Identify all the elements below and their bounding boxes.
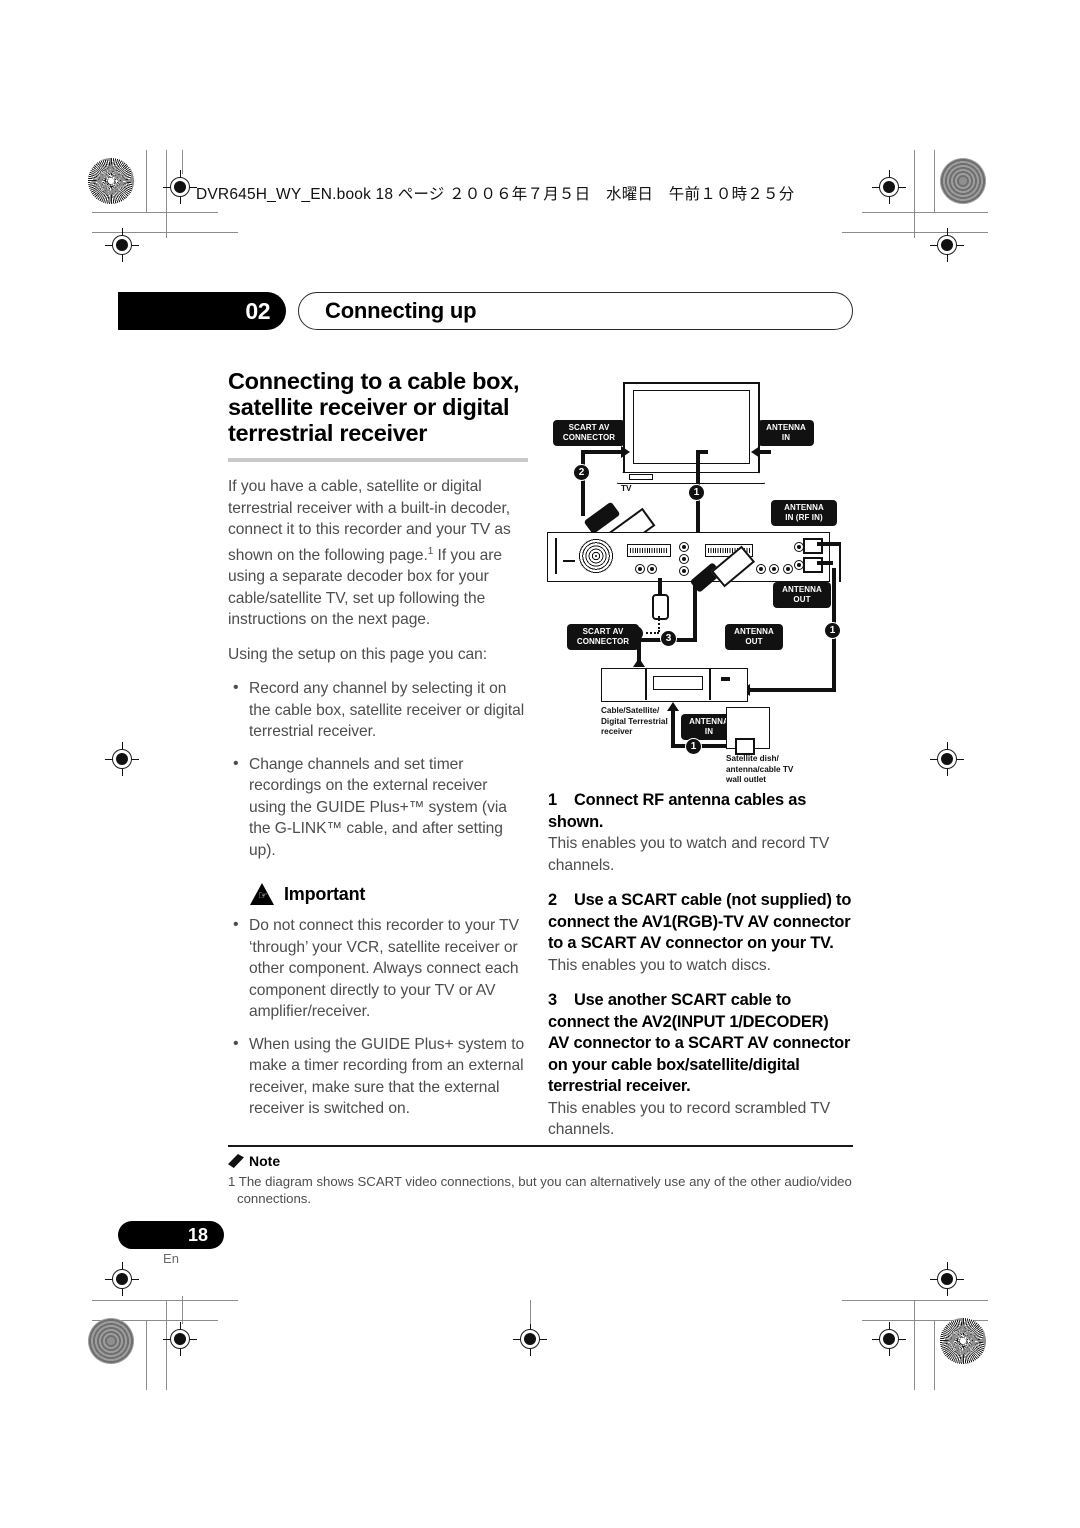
chapter-title: Connecting up (298, 292, 853, 330)
receiver-caption: Cable/Satellite/ Digital Terrestrial rec… (601, 706, 668, 736)
rf-cable-in (817, 542, 841, 546)
rf-cable-out (817, 561, 833, 565)
pencil-icon (228, 1154, 244, 1168)
step-number: 2 (548, 891, 557, 909)
cable-2-arrowhead (621, 446, 630, 458)
rca-jack (679, 542, 689, 552)
step-description: This enables you to record scrambled TV … (548, 1099, 831, 1139)
badge-1-receiver-link: 1 (824, 622, 841, 639)
receiver-panel-divider (709, 668, 711, 700)
chapter-header: 02 Connecting up (118, 292, 853, 330)
step-1: 1 Connect RF antenna cables as shown. Thi… (548, 790, 853, 876)
step-heading: 1 Connect RF antenna cables as shown. (548, 790, 853, 833)
receiver-panel-divider (645, 668, 647, 700)
scart-connector-av1rgb (627, 544, 671, 557)
receiver-indicator (721, 677, 730, 681)
label-antenna-out-recorder: ANTENNA OUT (773, 582, 831, 608)
cable-3-arrowhead (633, 658, 645, 667)
note-rule (228, 1145, 853, 1147)
book-file-header: DVR645H_WY_EN.book 18 ページ ２００６年７月５日 水曜日 … (196, 186, 795, 203)
rf-plug-out (803, 557, 823, 573)
cable-1-link (696, 450, 708, 454)
tv-screen (633, 390, 750, 464)
badge-1-wall: 1 (685, 738, 702, 755)
step-description: This enables you to watch and record TV … (548, 835, 830, 874)
page-language: En (163, 1251, 179, 1266)
callout-4-dashed-line (658, 616, 660, 632)
list-item: Record any channel by selecting it on th… (228, 677, 528, 743)
recorder-fan-grille (577, 538, 615, 574)
badge-2: 2 (573, 464, 590, 481)
list-item: Change channels and set timer recordings… (228, 753, 528, 862)
cable-2-drop (581, 490, 585, 516)
badge-3: 3 (660, 630, 677, 647)
wall-cable-vertical (671, 710, 675, 748)
rf-plug-in (803, 538, 823, 554)
receiver-slot (653, 676, 703, 690)
step-heading: 3 Use another SCART cable to connect the … (548, 990, 853, 1098)
note-header: Note (228, 1153, 853, 1169)
step-3: 3 Use another SCART cable to connect the … (548, 990, 853, 1141)
important-header: ☞ Important (250, 883, 528, 906)
rca-jack (647, 564, 657, 574)
step-number: 1 (548, 791, 557, 809)
connection-diagram: TV SCART AV CONNECTOR ANTENNA IN 2 1 ANT… (545, 372, 865, 784)
page-number-badge: 18 (118, 1221, 224, 1249)
cable-3-vertical (693, 584, 697, 642)
right-column-steps: 1 Connect RF antenna cables as shown. Thi… (548, 790, 853, 1155)
antenna-cable-to-receiver (746, 688, 836, 692)
tv-control-panel (629, 473, 653, 480)
list-item: Do not connect this recorder to your TV … (228, 914, 528, 1023)
important-list: Do not connect this recorder to your TV … (228, 914, 528, 1120)
cable-1-top (759, 450, 771, 454)
label-scart-av-connector-receiver: SCART AV CONNECTOR (567, 624, 639, 650)
warning-triangle-icon: ☞ (250, 883, 275, 906)
wall-cable-arrowhead (667, 702, 679, 711)
wall-outlet-caption: Satellite dish/ antenna/cable TV wall ou… (726, 754, 794, 784)
chapter-number: 02 (118, 292, 286, 330)
step-heading-text: Connect RF antenna cables as shown. (548, 791, 807, 831)
list-item: When using the GUIDE Plus+ system to mak… (228, 1033, 528, 1120)
important-label: Important (284, 883, 366, 904)
section-title: Connecting to a cable box, satellite rec… (228, 368, 520, 446)
step-2: 2 Use a SCART cable (not supplied) to con… (548, 890, 853, 976)
rca-jack (635, 564, 645, 574)
label-scart-av-connector-tv: SCART AV CONNECTOR (553, 420, 625, 446)
page-content: DVR645H_WY_EN.book 18 ページ ２００６年７月５日 水曜日 … (0, 0, 1080, 1528)
minijack-plug (652, 594, 669, 620)
rca-jack (756, 564, 766, 574)
note-label: Note (249, 1153, 281, 1169)
note-text: 1 The diagram shows SCART video connecti… (228, 1174, 852, 1206)
label-antenna-out-receiver: ANTENNA OUT (725, 624, 783, 650)
label-antenna-in-tv: ANTENNA IN (758, 420, 814, 446)
tv-caption: TV (621, 484, 632, 493)
intro-paragraph: If you have a cable, satellite or digita… (228, 476, 528, 631)
rca-jack (783, 564, 793, 574)
step-heading-text: Use another SCART cable to connect the A… (548, 991, 851, 1095)
lead-in-text: Using the setup on this page you can: (228, 645, 488, 663)
note-section: Note 1 The diagram shows SCART video con… (228, 1145, 853, 1207)
step-description: This enables you to watch discs. (548, 956, 771, 974)
capability-list: Record any channel by selecting it on th… (228, 677, 528, 862)
label-antenna-in-rf-in: ANTENNA IN (RF IN) (771, 500, 837, 526)
rf-cable-bend (839, 542, 842, 582)
step-number: 3 (548, 991, 557, 1009)
left-column: Connecting to a cable box, satellite rec… (228, 368, 528, 1134)
wall-outlet-connector (735, 738, 755, 755)
badge-1-tv: 1 (688, 484, 705, 501)
rca-jack (769, 564, 779, 574)
panel-detail (563, 560, 575, 563)
panel-edge (555, 538, 558, 574)
rca-jack (679, 554, 689, 564)
step-heading: 2 Use a SCART cable (not supplied) to con… (548, 890, 853, 955)
rca-jack (679, 566, 689, 576)
cable-2-horizontal (581, 450, 623, 454)
step-heading-text: Use a SCART cable (not supplied) to conn… (548, 891, 852, 952)
section-rule (228, 458, 528, 462)
